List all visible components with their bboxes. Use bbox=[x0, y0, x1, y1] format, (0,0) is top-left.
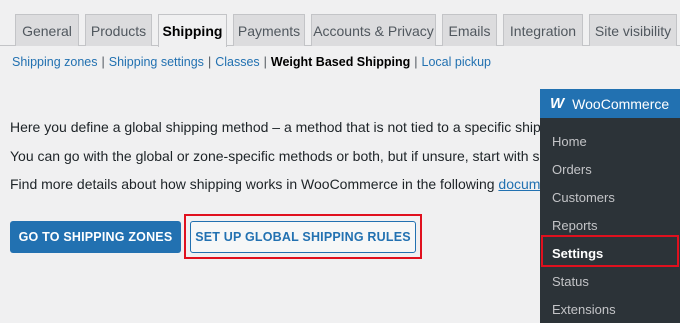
woocommerce-admin-menu: W WooCommerce Home Orders Customers Repo… bbox=[540, 89, 680, 323]
details-text: Find more details about how shipping wor… bbox=[10, 176, 499, 192]
documentation-link[interactable]: documentat bbox=[498, 176, 540, 192]
method-paragraph: You can go with the global or zone-speci… bbox=[10, 148, 540, 164]
tab-emails[interactable]: Emails bbox=[442, 14, 497, 46]
details-paragraph: Find more details about how shipping wor… bbox=[10, 176, 540, 192]
go-to-shipping-zones-button[interactable]: GO TO SHIPPING ZONES bbox=[10, 221, 181, 253]
tab-shipping[interactable]: Shipping bbox=[158, 14, 227, 47]
tab-site-visibility[interactable]: Site visibility bbox=[589, 14, 677, 46]
settings-tabs: General Products Shipping Payments Accou… bbox=[0, 0, 680, 47]
woocommerce-menu-title: WooCommerce bbox=[572, 95, 670, 112]
tab-accounts-privacy[interactable]: Accounts & Privacy bbox=[311, 14, 436, 46]
menu-item-customers[interactable]: Customers bbox=[552, 190, 615, 205]
shipping-subnav: Shipping zones | Shipping settings | Cla… bbox=[12, 55, 491, 69]
menu-item-orders[interactable]: Orders bbox=[552, 162, 592, 177]
menu-item-reports[interactable]: Reports bbox=[552, 218, 598, 233]
intro-paragraph: Here you define a global shipping method… bbox=[10, 119, 540, 135]
woocommerce-menu-header[interactable]: W WooCommerce bbox=[540, 89, 680, 118]
subnav-separator: | bbox=[101, 55, 105, 69]
subnav-separator: | bbox=[207, 55, 212, 69]
tab-general[interactable]: General bbox=[15, 14, 79, 46]
tab-integration[interactable]: Integration bbox=[503, 14, 583, 46]
subnav-shipping-zones[interactable]: Shipping zones bbox=[12, 55, 97, 69]
subnav-separator: | bbox=[263, 55, 267, 69]
menu-item-home[interactable]: Home bbox=[552, 134, 587, 149]
tab-products[interactable]: Products bbox=[85, 14, 152, 46]
woocommerce-logo-icon: W bbox=[550, 95, 564, 112]
menu-item-extensions[interactable]: Extensions bbox=[552, 302, 616, 317]
subnav-weight-based-shipping: Weight Based Shipping bbox=[270, 55, 411, 69]
subnav-separator: | bbox=[414, 55, 418, 69]
settings-highlight-frame bbox=[541, 235, 679, 267]
subnav-shipping-settings[interactable]: Shipping settings bbox=[109, 55, 204, 69]
menu-item-status[interactable]: Status bbox=[552, 274, 589, 289]
subnav-local-pickup[interactable]: Local pickup bbox=[422, 55, 492, 69]
tab-payments[interactable]: Payments bbox=[233, 14, 305, 46]
set-up-global-shipping-rules-button[interactable]: SET UP GLOBAL SHIPPING RULES bbox=[190, 221, 416, 253]
subnav-classes[interactable]: Classes bbox=[215, 55, 259, 69]
